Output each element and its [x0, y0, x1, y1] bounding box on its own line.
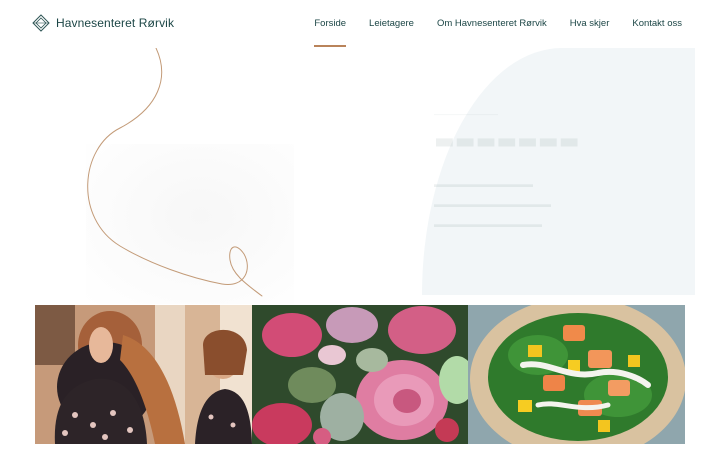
nav-om-havnesenteret[interactable]: Om Havnesenteret Rørvik: [437, 18, 547, 29]
nav-leietagere[interactable]: Leietagere: [369, 18, 414, 29]
site-header: Havnesenteret Rørvik Forside Leietagere …: [0, 0, 720, 48]
fashion-photo-icon: [35, 305, 252, 444]
nav-forside[interactable]: Forside: [314, 18, 346, 47]
main-nav: Forside Leietagere Om Havnesenteret Rørv…: [314, 18, 682, 47]
hero-section: ———————— ▬▬▬▬▬▬▬ ▬▬▬▬▬▬▬▬▬▬▬ ▬▬▬▬▬▬▬▬▬▬▬…: [0, 48, 720, 305]
food-photo-icon: [468, 305, 685, 444]
decorative-line-icon: [87, 48, 263, 297]
food-tile[interactable]: [468, 305, 685, 444]
nav-kontakt-oss[interactable]: Kontakt oss: [632, 18, 682, 29]
fashion-tile[interactable]: [35, 305, 252, 444]
diamond-logo-icon: [32, 14, 50, 32]
site-name: Havnesenteret Rørvik: [56, 16, 175, 30]
site-logo[interactable]: Havnesenteret Rørvik: [32, 14, 174, 32]
nav-hva-skjer[interactable]: Hva skjer: [570, 18, 610, 29]
category-tiles: [35, 305, 685, 444]
flowers-photo-icon: [252, 305, 468, 444]
flowers-tile[interactable]: [252, 305, 468, 444]
